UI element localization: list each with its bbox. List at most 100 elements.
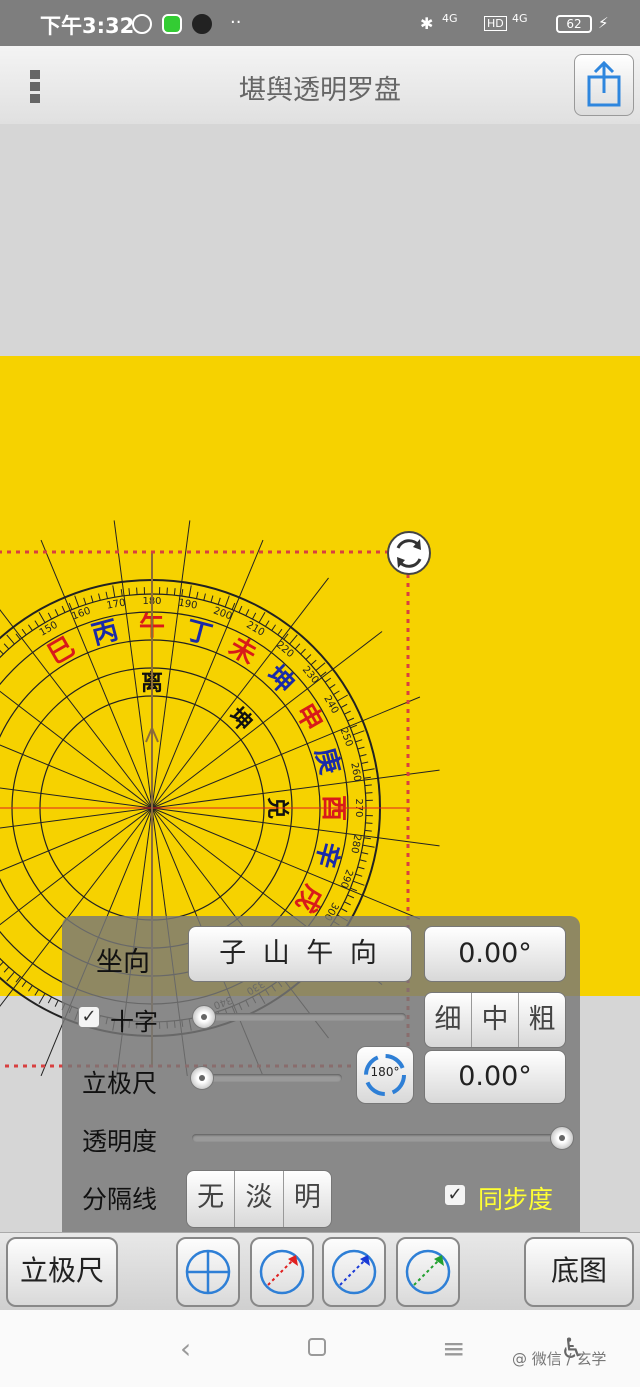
degree-label: 250: [338, 727, 355, 749]
cross-label: 十字: [110, 1008, 158, 1036]
degree-tick: [359, 754, 367, 757]
mountain-label: 坤: [260, 660, 300, 700]
degree-tick: [329, 684, 336, 689]
thickness-medium[interactable]: 中: [472, 993, 519, 1047]
compass-spoke: [0, 787, 153, 809]
degree-tick: [362, 768, 375, 772]
compass-spoke: [0, 807, 153, 829]
ruler-slider-thumb[interactable]: [190, 1066, 214, 1090]
degree-tick: [34, 620, 40, 627]
blue-line-tool-button[interactable]: [322, 1237, 386, 1307]
degree-tick: [340, 703, 348, 708]
degree-tick: [340, 908, 348, 913]
recents-icon[interactable]: ≡: [442, 1332, 465, 1365]
degree-tick: [337, 694, 348, 702]
degree-tick: [83, 597, 87, 605]
degree-label: 280: [348, 834, 362, 855]
cross-slider-thumb[interactable]: [192, 1005, 216, 1029]
degree-tick: [355, 739, 363, 743]
degree-tick: [21, 628, 27, 636]
rotate-180-button[interactable]: 180°: [356, 1046, 414, 1104]
system-nav-bar: ‹ ≡ ♿ @ 微信 / 玄学: [0, 1310, 640, 1387]
degree-tick: [0, 961, 4, 967]
status-bar: 下午3:32 ·· ✱ 4G HD 4G 62 ⚡: [0, 0, 640, 46]
degree-tick: [0, 649, 4, 655]
degree-tick: [357, 746, 365, 750]
status-time: 下午3:32: [40, 14, 135, 38]
degree-tick: [361, 852, 369, 855]
degree-tick: [277, 628, 283, 636]
red-line-tool-button[interactable]: [250, 1237, 314, 1307]
opacity-label: 透明度: [82, 1127, 158, 1156]
watermark-text: @ 微信 / 玄学: [512, 1350, 607, 1368]
degree-tick: [74, 595, 80, 608]
degree-field-2[interactable]: 0.00°: [424, 1050, 566, 1104]
degree-tick: [344, 901, 351, 906]
bluetooth-icon: ✱: [420, 14, 434, 33]
thickness-selector[interactable]: 细 中 粗: [424, 992, 566, 1048]
mountain-label: 未: [224, 632, 262, 671]
crosshair-icon: [185, 1249, 231, 1295]
degree-tick: [252, 612, 257, 620]
degree-tick: [315, 662, 326, 671]
mountain-label: 辛: [309, 838, 346, 871]
ruler-slider-track[interactable]: [196, 1074, 342, 1082]
degree-tick: [6, 971, 15, 982]
mountain-label: 庚: [309, 744, 346, 777]
facing-button[interactable]: 子 山 午 向: [188, 926, 412, 982]
cross-slider-track[interactable]: [198, 1013, 406, 1021]
crosshair-tool-button[interactable]: [176, 1237, 240, 1307]
compass-spoke: [151, 807, 440, 847]
rotate-handle[interactable]: [387, 531, 431, 575]
degree-tick: [364, 784, 372, 787]
degree-tick: [28, 985, 33, 992]
qq-icon: [192, 14, 212, 34]
degree-tick: [3, 966, 10, 973]
degree-tick: [362, 844, 375, 848]
green-line-tool-button[interactable]: [396, 1237, 460, 1307]
divider-none[interactable]: 无: [187, 1171, 236, 1227]
trigram-labels: 离坤兑: [141, 670, 290, 819]
degree-tick: [47, 612, 52, 620]
degree-field-1[interactable]: 0.00°: [424, 926, 566, 982]
share-button[interactable]: [574, 54, 634, 116]
ruler-button[interactable]: 立极尺: [6, 1237, 118, 1307]
degree-tick: [210, 595, 214, 603]
cross-checkbox[interactable]: ✓: [78, 1006, 100, 1028]
base-image-button-label: 底图: [550, 1254, 607, 1287]
divider-bright[interactable]: 明: [284, 1171, 331, 1227]
degree-tick: [363, 776, 371, 779]
degree-label: 200: [212, 606, 234, 623]
degree-tick: [264, 620, 270, 627]
home-icon[interactable]: [308, 1338, 326, 1356]
ruler-label: 立极尺: [82, 1069, 158, 1098]
opacity-slider-thumb[interactable]: [550, 1126, 574, 1150]
mountain-labels: 巳丙午丁未坤申庚酉辛戌: [43, 611, 348, 917]
compass-spoke: [151, 520, 191, 809]
opacity-slider-track[interactable]: [192, 1134, 562, 1142]
degree-tick: [289, 634, 298, 645]
degree-tick: [271, 624, 276, 631]
degree-tick: [54, 609, 59, 616]
thickness-thick[interactable]: 粗: [519, 993, 565, 1047]
back-icon[interactable]: ‹: [180, 1332, 191, 1365]
divider-light[interactable]: 淡: [235, 1171, 284, 1227]
divider-selector[interactable]: 无 淡 明: [186, 1170, 332, 1228]
control-panel: 坐向 子 山 午 向 0.00° ✓ 十字 细 中 粗 立极尺 180° 0.0…: [62, 916, 580, 1232]
degree-tick: [188, 585, 192, 598]
red-line-icon: [259, 1249, 305, 1295]
bottom-toolbar: 立极尺 底图: [0, 1232, 640, 1311]
degree-tick: [217, 597, 221, 605]
green-line-icon: [405, 1249, 451, 1295]
thickness-thin[interactable]: 细: [425, 993, 472, 1047]
degree-tick: [347, 717, 355, 722]
canvas-background-top: [0, 124, 640, 356]
rotate-180-label: 180°: [370, 1065, 400, 1079]
base-image-button[interactable]: 底图: [524, 1237, 634, 1307]
blue-line-icon: [331, 1249, 377, 1295]
facing-label: 坐向: [96, 947, 150, 978]
degree-tick: [6, 634, 15, 645]
sync-checkbox[interactable]: ✓: [444, 1184, 466, 1206]
signal-label-right: 4G: [512, 12, 528, 25]
title-bar: 堪舆透明罗盘: [0, 46, 640, 125]
